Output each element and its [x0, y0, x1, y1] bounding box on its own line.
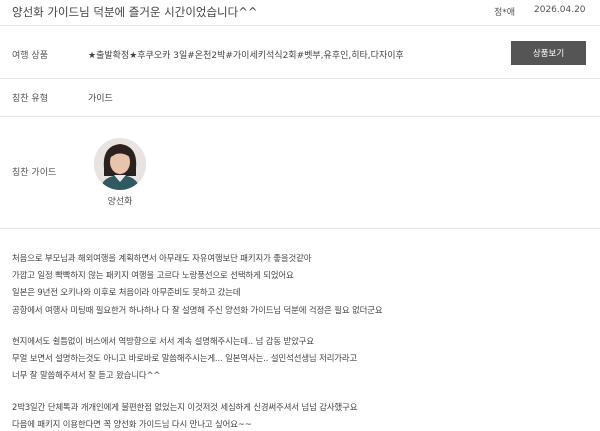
- divider: [0, 116, 600, 117]
- review-title: 양선화 가이드님 덕분에 즐거운 시간이었습니다^^: [12, 5, 258, 19]
- review-date: 2026.04.20: [534, 5, 586, 15]
- divider: [0, 78, 600, 79]
- body-line: 현지에서도 쉴틈없이 버스에서 역방향으로 서서 계속 설명해주시는데.. 넘 …: [12, 336, 314, 346]
- product-value: ★출발확정★후쿠오카 3일#온천2박#가이세키석식2회#벳부,유후인,히타,다자…: [88, 51, 404, 61]
- body-line: 다음에 패키지 이용한다면 꼭 양선화 가이드님 다시 만나고 싶어요~~: [12, 419, 252, 429]
- body-line: 너무 잘 말씀해주셔서 잘 듣고 왔습니다^^: [12, 370, 161, 380]
- body-line: 공항에서 여행사 미팅때 필요한거 하나하나 다 잘 설명해 주신 양선화 가이…: [12, 305, 383, 315]
- body-line: 처음으로 부모님과 해외여행을 계획하면서 아무래도 자유여행보단 패키지가 좋…: [12, 253, 312, 263]
- guide-name: 양선화: [107, 197, 133, 207]
- body-line: 무얼 보면서 설명하는것도 아니고 바로바로 말씀해주시는게... 일본역사는.…: [12, 353, 358, 363]
- divider: [0, 228, 600, 229]
- praise-type-label: 칭찬 유형: [12, 94, 48, 104]
- body-line: 2박3일간 단체톡과 개개인에게 불편한점 없었는지 이것저것 세심하게 신경써…: [12, 402, 358, 412]
- review-header: 양선화 가이드님 덕분에 즐거운 시간이었습니다^^ 정*애 2026.04.2…: [0, 0, 600, 26]
- praise-guide-label: 칭찬 가이드: [12, 168, 57, 178]
- body-line: 가깝고 일정 빡빡하지 않는 패키지 여행을 고르다 노랑풍선으로 선택하게 되…: [12, 270, 294, 280]
- praise-type-value: 가이드: [88, 94, 113, 104]
- body-line: 일본은 9년전 오키나와 이후로 처음이라 아무준비도 못하고 갔는데: [12, 287, 241, 297]
- guide-avatar: [94, 138, 146, 190]
- guide-photo: [94, 138, 146, 190]
- review-author: 정*애: [494, 8, 516, 18]
- view-product-button[interactable]: 상품보기: [511, 41, 586, 65]
- product-label: 여행 상품: [12, 51, 48, 61]
